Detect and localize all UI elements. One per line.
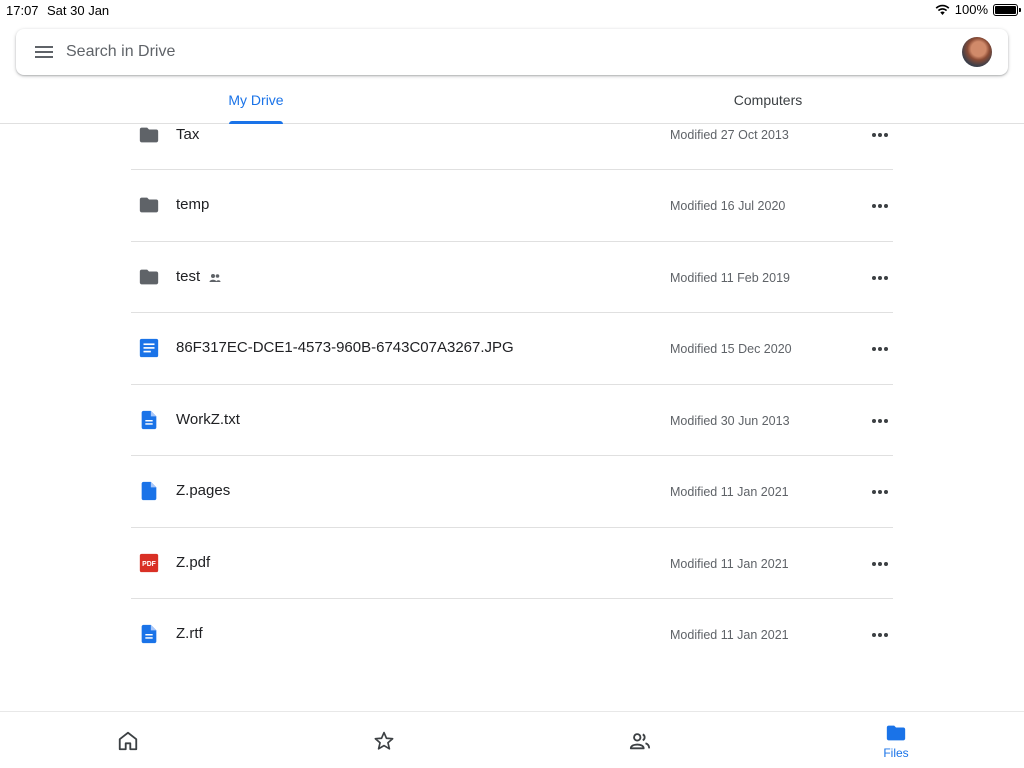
google-doc-icon [139,338,159,358]
tab-computers-label: Computers [733,92,803,108]
nav-shared[interactable] [512,712,768,768]
files-folder-icon [886,725,906,740]
more-options-icon[interactable] [870,631,890,639]
file-name: Z.pages [176,482,231,499]
account-avatar[interactable] [962,37,992,67]
file-modified: Modified 27 Oct 2013 [670,128,789,142]
bottom-nav: Files [0,711,1024,768]
shared-icon [209,273,221,282]
folder-icon [139,127,159,143]
tab-bar: My Drive Computers [0,76,1024,124]
file-name: Z.rtf [176,625,203,642]
search-bar[interactable]: Search in Drive [16,29,1008,75]
more-options-icon[interactable] [870,488,890,496]
more-options-icon[interactable] [870,131,890,139]
nav-files-label: Files [883,745,909,760]
file-name: test [176,267,201,285]
tab-my-drive[interactable]: My Drive [0,76,512,124]
file-modified: Modified 15 Dec 2020 [670,342,792,356]
nav-files[interactable]: Files [768,712,1024,768]
file-row[interactable]: WorkZ.txt Modified 30 Jun 2013 [131,385,893,456]
more-options-icon[interactable] [870,202,890,210]
file-row[interactable]: Z.rtf Modified 11 Jan 2021 [131,599,893,671]
nav-starred[interactable] [256,712,512,768]
file-row[interactable]: Z.pages Modified 11 Jan 2021 [131,456,893,528]
file-name: 86F317EC-DCE1-4573-960B-6743C07A3267.JPG [176,339,514,356]
file-row[interactable]: Tax Modified 27 Oct 2013 [131,124,893,170]
status-date: Sat 30 Jan [47,3,110,18]
tab-computers[interactable]: Computers [512,76,1024,124]
document-icon [141,624,157,644]
more-options-icon[interactable] [870,274,890,282]
shared-people-icon [629,732,651,749]
status-time: 17:07 [6,3,39,18]
more-options-icon[interactable] [870,560,890,568]
nav-home[interactable] [0,712,256,768]
document-icon [141,410,157,429]
file-row[interactable]: 86F317EC-DCE1-4573-960B-6743C07A3267.JPG… [131,313,893,385]
file-name: WorkZ.txt [176,410,240,428]
status-bar: 17:07 Sat 30 Jan 100% [0,0,1024,20]
file-name: Tax [176,126,200,143]
star-icon [374,731,394,750]
file-row[interactable]: PDF Z.pdf Modified 11 Jan 2021 [131,528,893,599]
menu-icon[interactable] [34,42,54,62]
status-right: 100% [935,2,1021,17]
search-input[interactable]: Search in Drive [66,43,175,61]
file-name: Z.pdf [176,553,211,571]
file-modified: Modified 11 Feb 2019 [670,270,790,285]
file-row[interactable]: test Modified 11 Feb 2019 [131,242,893,313]
more-options-icon[interactable] [870,345,890,353]
file-list: Tax Modified 27 Oct 2013 temp Modified 1… [131,124,893,671]
tab-my-drive-label: My Drive [228,92,284,108]
file-modified: Modified 11 Jan 2021 [670,556,789,571]
battery-percent: 100% [954,2,988,17]
wifi-icon [935,4,950,15]
file-modified: Modified 30 Jun 2013 [670,413,790,428]
home-icon [118,731,138,750]
pdf-icon-text: PDF [142,561,156,568]
pdf-icon: PDF [139,553,159,572]
file-row[interactable]: temp Modified 16 Jul 2020 [131,170,893,242]
folder-icon [139,269,159,284]
file-modified: Modified 11 Jan 2021 [670,628,789,642]
file-modified: Modified 16 Jul 2020 [670,199,786,213]
file-name: temp [176,196,210,213]
more-options-icon[interactable] [870,417,890,425]
folder-icon [139,197,159,213]
battery-icon [993,3,1021,16]
file-modified: Modified 11 Jan 2021 [670,485,789,499]
file-icon [141,481,157,501]
